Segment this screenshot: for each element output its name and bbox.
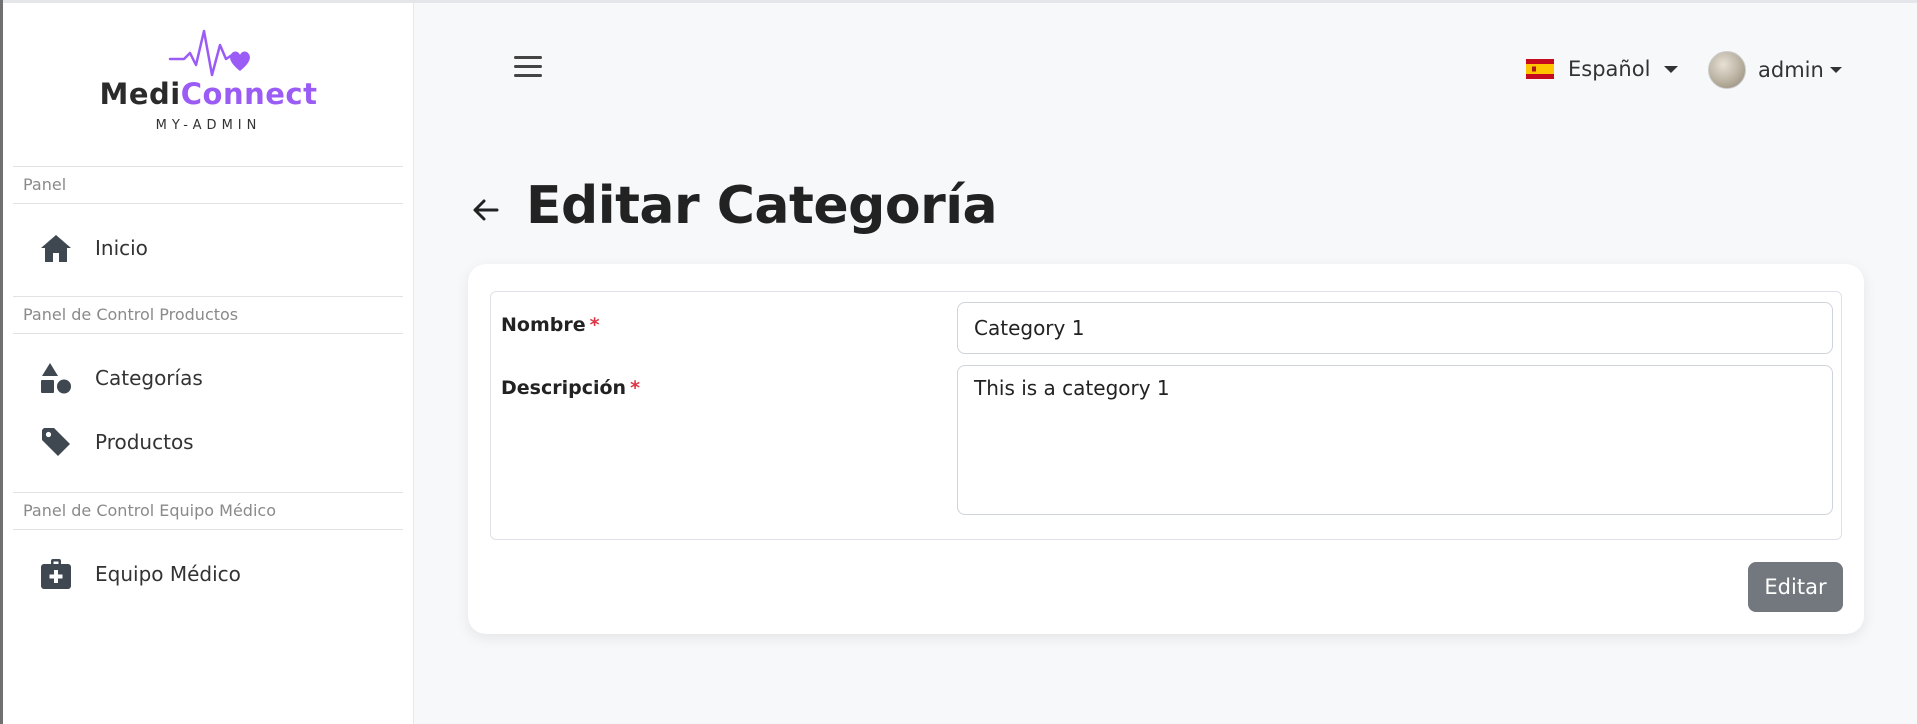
sidebar-item-equipo-medico[interactable]: Equipo Médico [13,547,403,601]
sidebar-item-label: Productos [95,430,194,454]
brand-subtitle: MY-ADMIN [155,118,262,133]
sidebar-section-equipo: Panel de Control Equipo Médico [13,492,403,530]
required-marker: * [589,314,600,336]
sidebar-item-inicio[interactable]: Inicio [13,221,403,275]
user-menu[interactable]: admin [1708,51,1842,89]
descripcion-textarea[interactable]: This is a category 1 [957,365,1833,515]
brand-name-part1: Medi [99,77,181,111]
edit-submit-button[interactable]: Editar [1748,562,1843,612]
chevron-down-icon [1664,65,1679,73]
form-card: Nombre* Descripción* This is a category … [468,264,1864,634]
required-marker: * [630,377,641,399]
sidebar-item-label: Categorías [95,366,203,390]
back-arrow-icon[interactable] [470,194,502,226]
language-label: Español [1568,57,1651,81]
tag-icon [39,425,73,459]
nombre-input[interactable] [957,302,1833,354]
spain-flag-icon [1526,59,1554,79]
descripcion-label: Descripción * [501,377,640,399]
menu-toggle-icon[interactable] [514,56,546,82]
avatar [1708,51,1746,89]
sidebar: MediConnect MY-ADMIN Panel Inicio Panel … [3,3,414,724]
home-icon [39,231,73,265]
descripcion-label-text: Descripción [501,377,627,399]
sidebar-item-categorias[interactable]: Categorías [13,351,403,405]
heartbeat-heart-icon [168,29,250,77]
user-name: admin [1758,58,1824,82]
brand-logo[interactable]: MediConnect MY-ADMIN [3,3,414,163]
form-fields-box: Nombre* Descripción* This is a category … [490,291,1842,540]
chevron-down-icon [1829,67,1842,73]
sidebar-section-productos: Panel de Control Productos [13,296,403,334]
brand-name: MediConnect [3,77,414,111]
page-title: Editar Categoría [526,176,998,236]
nombre-label-text: Nombre [501,314,586,336]
sidebar-item-label: Inicio [95,236,148,260]
brand-name-part2: Connect [180,77,318,111]
shapes-icon [39,361,73,395]
nombre-label: Nombre * [501,314,600,336]
sidebar-item-productos[interactable]: Productos [13,415,403,469]
sidebar-section-panel: Panel [13,166,403,204]
sidebar-item-label: Equipo Médico [95,562,241,586]
medical-kit-icon [39,557,73,591]
language-selector[interactable]: Español [1526,52,1679,86]
